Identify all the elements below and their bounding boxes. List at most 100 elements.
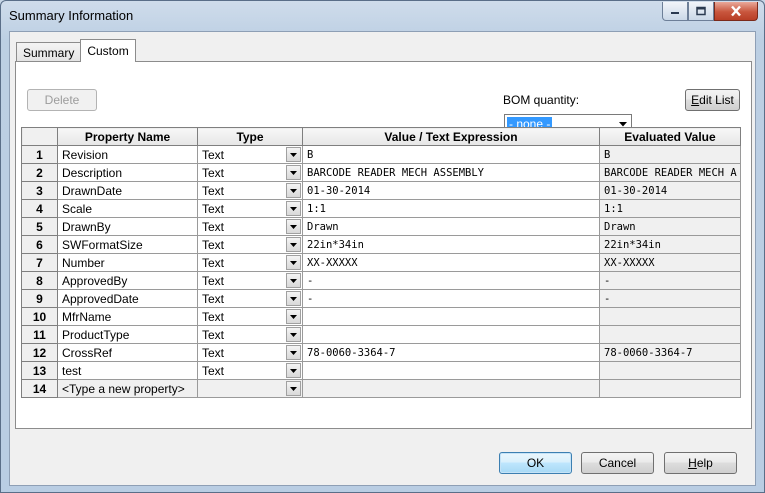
chevron-down-icon (290, 369, 297, 373)
row-number[interactable]: 1 (21, 145, 58, 164)
cell-type[interactable] (197, 379, 303, 398)
cell-value[interactable]: 22in*34in (302, 235, 600, 254)
cell-type[interactable]: Text (197, 235, 303, 254)
type-dropdown-button[interactable] (286, 309, 301, 324)
cell-evaluated-value (599, 325, 741, 344)
cell-type-text: Text (202, 237, 225, 252)
row-number[interactable]: 12 (21, 343, 58, 362)
maximize-icon (696, 6, 706, 16)
close-button[interactable] (714, 2, 758, 21)
cell-property-name[interactable]: ApprovedBy (57, 271, 198, 290)
cell-value[interactable]: - (302, 289, 600, 308)
cell-value[interactable]: 1:1 (302, 199, 600, 218)
cell-type[interactable]: Text (197, 289, 303, 308)
cell-property-name[interactable]: DrawnBy (57, 217, 198, 236)
cell-type[interactable]: Text (197, 361, 303, 380)
type-dropdown-button[interactable] (286, 165, 301, 180)
minimize-button[interactable] (662, 2, 688, 21)
cell-evaluated-value (599, 361, 741, 380)
chevron-down-icon (290, 171, 297, 175)
header-type[interactable]: Type (197, 127, 303, 146)
cell-value[interactable] (302, 307, 600, 326)
cell-value[interactable]: 78-0060-3364-7 (302, 343, 600, 362)
row-number[interactable]: 5 (21, 217, 58, 236)
type-dropdown-button[interactable] (286, 183, 301, 198)
type-dropdown-button[interactable] (286, 255, 301, 270)
cell-property-name[interactable]: Number (57, 253, 198, 272)
type-dropdown-button[interactable] (286, 381, 301, 396)
tab-summary[interactable]: Summary (16, 42, 82, 62)
cell-property-name[interactable]: Revision (57, 145, 198, 164)
edit-list-hotkey: E (691, 93, 700, 107)
cancel-button[interactable]: Cancel (581, 452, 654, 474)
cell-type[interactable]: Text (197, 343, 303, 362)
delete-button[interactable]: Delete (27, 89, 97, 111)
cell-property-name[interactable]: SWFormatSize (57, 235, 198, 254)
edit-list-button[interactable]: Edit List (685, 89, 740, 111)
cell-value[interactable]: Drawn (302, 217, 600, 236)
row-number[interactable]: 10 (21, 307, 58, 326)
row-number[interactable]: 11 (21, 325, 58, 344)
cell-type[interactable]: Text (197, 271, 303, 290)
cell-type[interactable]: Text (197, 199, 303, 218)
cell-property-name[interactable]: Description (57, 163, 198, 182)
row-number[interactable]: 7 (21, 253, 58, 272)
row-number[interactable]: 2 (21, 163, 58, 182)
type-dropdown-button[interactable] (286, 201, 301, 216)
type-dropdown-button[interactable] (286, 273, 301, 288)
bom-quantity-label: BOM quantity: (503, 93, 580, 107)
tab-custom[interactable]: Custom (80, 39, 136, 62)
ok-button[interactable]: OK (499, 452, 572, 474)
type-dropdown-button[interactable] (286, 219, 301, 234)
cell-type[interactable]: Text (197, 181, 303, 200)
cell-evaluated-value: 78-0060-3364-7 (599, 343, 741, 362)
cell-value[interactable]: 01-30-2014 (302, 181, 600, 200)
row-number[interactable]: 3 (21, 181, 58, 200)
cell-value[interactable]: XX-XXXXX (302, 253, 600, 272)
cell-property-name[interactable]: MfrName (57, 307, 198, 326)
cell-type[interactable]: Text (197, 253, 303, 272)
help-button[interactable]: Help (664, 452, 737, 474)
cell-value[interactable]: BARCODE READER MECH ASSEMBLY (302, 163, 600, 182)
cell-property-name[interactable]: <Type a new property> (57, 379, 198, 398)
type-dropdown-button[interactable] (286, 237, 301, 252)
cell-property-name[interactable]: ApprovedDate (57, 289, 198, 308)
edit-list-label: dit List (699, 93, 734, 107)
row-number[interactable]: 13 (21, 361, 58, 380)
grid-corner[interactable] (21, 127, 58, 146)
cell-type-text: Text (202, 327, 225, 342)
cell-value[interactable] (302, 379, 600, 398)
cell-property-name[interactable]: ProductType (57, 325, 198, 344)
cell-type-text: Text (202, 183, 225, 198)
type-dropdown-button[interactable] (286, 327, 301, 342)
header-property-name[interactable]: Property Name (57, 127, 198, 146)
row-number[interactable]: 14 (21, 379, 58, 398)
cell-property-name[interactable]: Scale (57, 199, 198, 218)
cell-type-text: Text (202, 309, 225, 324)
cell-property-name[interactable]: test (57, 361, 198, 380)
title-bar[interactable]: Summary Information (1, 1, 764, 31)
type-dropdown-button[interactable] (286, 147, 301, 162)
cell-property-name[interactable]: CrossRef (57, 343, 198, 362)
table-row: 9 ApprovedDate Text - - (21, 289, 741, 308)
cell-type[interactable]: Text (197, 145, 303, 164)
cell-type[interactable]: Text (197, 325, 303, 344)
row-number[interactable]: 4 (21, 199, 58, 218)
row-number[interactable]: 6 (21, 235, 58, 254)
header-value[interactable]: Value / Text Expression (302, 127, 600, 146)
cell-value[interactable]: B (302, 145, 600, 164)
row-number[interactable]: 8 (21, 271, 58, 290)
type-dropdown-button[interactable] (286, 345, 301, 360)
cell-value[interactable] (302, 361, 600, 380)
cell-value[interactable]: - (302, 271, 600, 290)
row-number[interactable]: 9 (21, 289, 58, 308)
type-dropdown-button[interactable] (286, 291, 301, 306)
cell-value[interactable] (302, 325, 600, 344)
maximize-button[interactable] (688, 2, 714, 21)
type-dropdown-button[interactable] (286, 363, 301, 378)
cell-property-name[interactable]: DrawnDate (57, 181, 198, 200)
header-evaluated-value[interactable]: Evaluated Value (599, 127, 741, 146)
cell-type[interactable]: Text (197, 163, 303, 182)
cell-type[interactable]: Text (197, 217, 303, 236)
cell-type[interactable]: Text (197, 307, 303, 326)
